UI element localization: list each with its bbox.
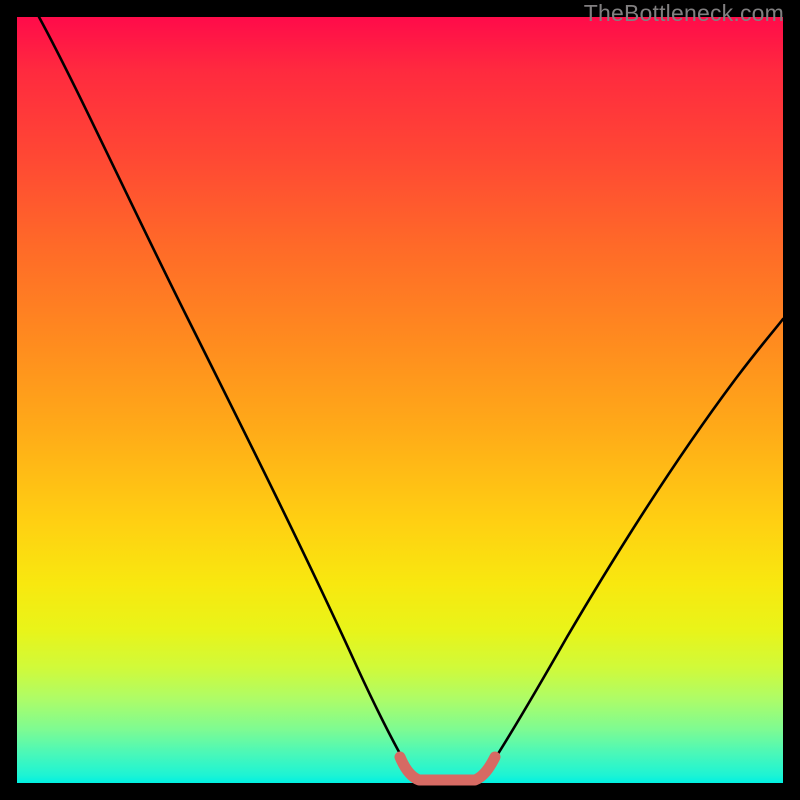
right-curve [479,319,783,783]
left-curve [39,17,417,783]
watermark-text: TheBottleneck.com [584,0,784,27]
chart-plot [17,17,783,783]
bottom-red-segment [400,757,495,780]
chart-stage: TheBottleneck.com [0,0,800,800]
